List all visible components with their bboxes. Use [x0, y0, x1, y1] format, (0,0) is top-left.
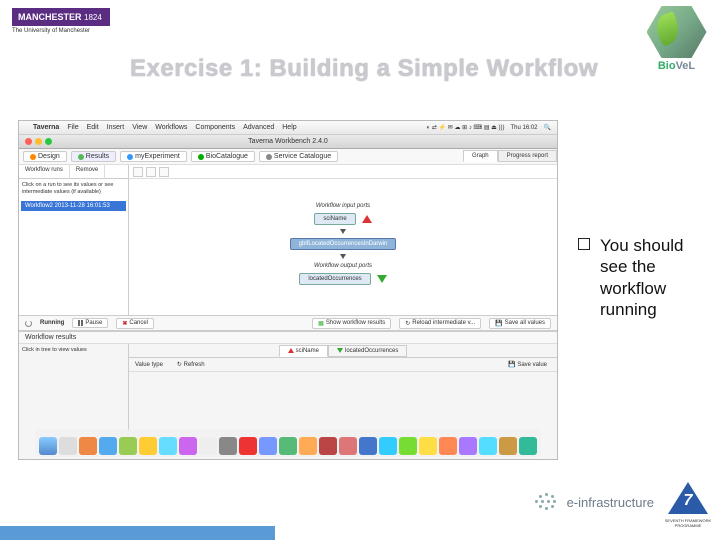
manchester-name: MANCHESTER [18, 12, 82, 22]
tab-graph: Graph [463, 150, 498, 162]
results-tab-output: locatedOccurrences [328, 345, 407, 357]
menu-app: Taverna [33, 124, 59, 131]
app-titlebar: Taverna Workbench 2.4.0 [19, 135, 557, 149]
mac-menubar: Taverna File Edit Insert View Workflows … [19, 121, 557, 135]
runs-tab: Workflow runs [19, 165, 70, 178]
results-tab-input: sciName [279, 345, 328, 357]
fp7-number: 7 [668, 492, 708, 510]
results-header: Workflow results [19, 332, 557, 344]
runs-help: Click on a run to see its values or see … [19, 179, 128, 199]
refresh-button: ↻ Refresh [173, 360, 209, 369]
biovel-logo: BioVeL [639, 6, 714, 81]
arrow-icon [340, 229, 346, 234]
tab-biocatalogue: BioCatalogue [191, 151, 255, 162]
run-control-bar: Running Pause ✖Cancel ▦Show workflow res… [19, 315, 557, 331]
spotlight-icon: 🔍 [544, 124, 551, 131]
arrow-icon [340, 254, 346, 259]
manchester-logo: MANCHESTER 1824 The University of Manche… [12, 8, 110, 34]
slide-title: Exercise 1: Building a Simple Workflow [130, 55, 598, 83]
menu-components: Components [195, 124, 235, 131]
tab-progress: Progress report [498, 150, 557, 162]
menu-insert: Insert [107, 124, 125, 131]
manchester-sub: The University of Manchester [12, 28, 110, 34]
menu-advanced: Advanced [243, 124, 274, 131]
einfra-text: e-infrastructure [567, 495, 654, 510]
cancel-button: ✖Cancel [116, 318, 154, 329]
menu-view: View [132, 124, 147, 131]
run-item: Workflow2 2013-11-28 16:01:53 [21, 201, 126, 211]
output-node: locatedOccurrences [299, 273, 370, 285]
footer-bar [0, 526, 275, 540]
show-results-button: ▦Show workflow results [312, 318, 391, 329]
save-value-button: 💾 Save value [504, 360, 551, 369]
tab-myexperiment: myExperiment [120, 151, 187, 162]
bullet-icon [578, 238, 590, 250]
results-area: Workflow results Click in tree to view v… [19, 331, 557, 431]
processor-node: gbifLocatedOccurrencesInDarwin [290, 238, 397, 250]
status-running: Running [40, 320, 64, 326]
biovel-b: Bio [658, 60, 676, 72]
running-in-icon [362, 215, 372, 223]
einfra-logo: e-infrastructure [533, 491, 654, 513]
menu-workflows: Workflows [155, 124, 187, 131]
manchester-year: 1824 [84, 13, 102, 22]
input-node: sciName [314, 213, 355, 225]
results-tree-help: Click in tree to view values [19, 344, 129, 431]
input-ports-label: Workflow input ports [316, 203, 370, 209]
biovel-v: VeL [676, 60, 696, 72]
status-icons: ◐ ⇄ ⚡ ✉ ☁ ⊞ ♪ ⌨ ▤ ⏏ ))) [427, 124, 505, 131]
tab-results: Results [71, 151, 116, 162]
traffic-lights [25, 138, 52, 145]
menu-help: Help [282, 124, 296, 131]
fp7-logo: 7 SEVENTH FRAMEWORK PROGRAMME [668, 482, 708, 522]
tab-servicecatalogue: Service Catalogue [259, 151, 338, 162]
mac-dock [35, 429, 541, 457]
footer-logos: e-infrastructure 7 SEVENTH FRAMEWORK PRO… [533, 482, 708, 522]
diagram-panel: Graph Progress report Workflow input por… [129, 165, 557, 315]
bullet-text: You should see the workflow running [600, 235, 702, 320]
value-type-label: Value type [135, 362, 163, 368]
menubar-clock: Thu 16:02 [510, 125, 537, 131]
tab-design: Design [23, 151, 67, 162]
diagram-toolbar [129, 165, 557, 179]
menu-edit: Edit [87, 124, 99, 131]
running-out-icon [377, 275, 387, 283]
pause-button: Pause [72, 318, 108, 328]
save-all-button: 💾Save all values [489, 318, 551, 329]
menu-file: File [67, 124, 78, 131]
taverna-screenshot: Taverna File Edit Insert View Workflows … [18, 120, 558, 460]
remove-tab: Remove [70, 165, 105, 178]
reload-button: ↻Reload intermediate v... [399, 318, 481, 329]
fp7-text: SEVENTH FRAMEWORK PROGRAMME [663, 519, 713, 528]
output-ports-label: Workflow output ports [314, 263, 372, 269]
spinner-icon [25, 320, 32, 327]
app-title: Taverna Workbench 2.4.0 [248, 138, 328, 145]
workflow-runs-panel: Workflow runsRemove Click on a run to se… [19, 165, 129, 315]
